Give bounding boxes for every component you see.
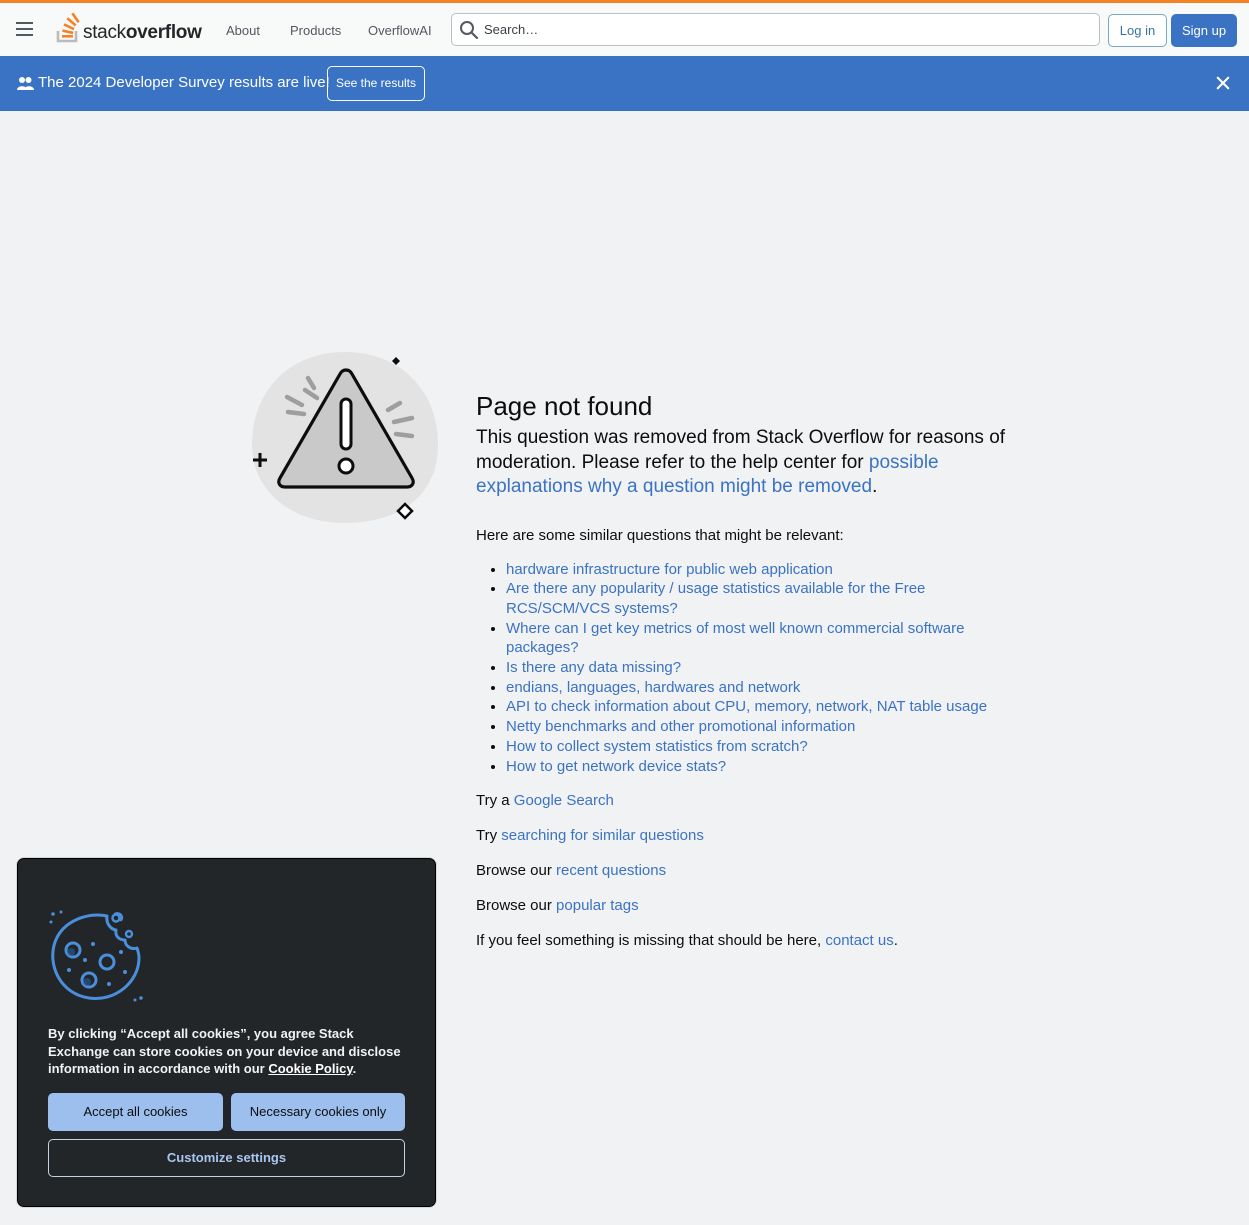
similar-question-link[interactable]: How to get network device stats? <box>506 758 726 775</box>
nav-about[interactable]: About <box>214 16 272 46</box>
similar-question-link[interactable]: Are there any popularity / usage statist… <box>506 580 925 617</box>
signup-button[interactable]: Sign up <box>1171 14 1237 47</box>
list-item: Are there any popularity / usage statist… <box>506 579 1016 618</box>
list-item: API to check information about CPU, memo… <box>506 697 1016 717</box>
necessary-cookies-button[interactable]: Necessary cookies only <box>231 1093 405 1131</box>
google-search-link[interactable]: Google Search <box>514 792 614 809</box>
similar-question-link[interactable]: endians, languages, hardwares and networ… <box>506 679 800 696</box>
cookie-message: By clicking “Accept all cookies”, you ag… <box>48 1026 401 1076</box>
similar-question-link[interactable]: API to check information about CPU, memo… <box>506 698 987 715</box>
list-item: How to collect system statistics from sc… <box>506 737 1016 757</box>
nav-overflowai[interactable]: OverflowAI <box>356 16 444 46</box>
nav-products[interactable]: Products <box>278 16 353 46</box>
popular-tags-link[interactable]: popular tags <box>556 897 639 914</box>
browse-recent-line: Browse our recent questions <box>476 862 667 880</box>
similar-question-link[interactable]: Is there any data missing? <box>506 659 681 676</box>
try-similar-line: Try searching for similar questions <box>476 827 704 845</box>
hamburger-icon[interactable] <box>16 22 33 36</box>
browse-tags-line: Browse our popular tags <box>476 897 639 915</box>
page-title: Page not found <box>476 391 653 421</box>
contact-us-link[interactable]: contact us <box>825 932 893 949</box>
survey-banner: The 2024 Developer Survey results are li… <box>0 56 1249 111</box>
top-bar: stackoverflow About Products OverflowAI … <box>0 0 1249 56</box>
similar-question-link[interactable]: How to collect system statistics from sc… <box>506 738 808 755</box>
missing-line: If you feel something is missing that sh… <box>476 932 898 950</box>
try-google-line: Try a Google Search <box>476 792 614 810</box>
banner-text: The 2024 Developer Survey results are li… <box>38 74 330 91</box>
customize-settings-button[interactable]: Customize settings <box>48 1139 405 1177</box>
logo-text: stackoverflow <box>83 22 202 43</box>
main-content: Page not found This question was removed… <box>476 390 1016 951</box>
list-item: Where can I get key metrics of most well… <box>506 619 1016 658</box>
search-input[interactable] <box>484 14 1084 45</box>
users-icon <box>17 77 34 90</box>
cookie-illustration <box>49 910 143 1002</box>
see-results-button[interactable]: See the results <box>327 66 425 101</box>
search-icon <box>460 21 479 40</box>
similar-question-link[interactable]: Netty benchmarks and other promotional i… <box>506 718 855 735</box>
similar-questions-list: hardware infrastructure for public web a… <box>476 560 1016 777</box>
accept-all-cookies-button[interactable]: Accept all cookies <box>48 1093 223 1131</box>
search-similar-link[interactable]: searching for similar questions <box>501 827 704 844</box>
list-item: Is there any data missing? <box>506 658 1016 678</box>
list-item: Netty benchmarks and other promotional i… <box>506 717 1016 737</box>
cookie-policy-link[interactable]: Cookie Policy <box>268 1061 352 1076</box>
warning-illustration <box>252 352 438 523</box>
stackoverflow-logo[interactable]: stackoverflow <box>55 12 202 44</box>
lead-paragraph: This question was removed from Stack Ove… <box>476 426 1016 500</box>
login-button[interactable]: Log in <box>1108 14 1167 47</box>
list-item: hardware infrastructure for public web a… <box>506 560 1016 580</box>
similar-question-link[interactable]: hardware infrastructure for public web a… <box>506 561 833 578</box>
search-box[interactable] <box>451 13 1100 46</box>
list-item: endians, languages, hardwares and networ… <box>506 678 1016 698</box>
similar-intro: Here are some similar questions that mig… <box>476 526 844 544</box>
lead-end: . <box>872 476 878 497</box>
list-item: How to get network device stats? <box>506 757 1016 777</box>
cookie-consent-dialog: By clicking “Accept all cookies”, you ag… <box>16 857 437 1208</box>
stackoverflow-logo-icon <box>56 12 80 43</box>
close-icon[interactable] <box>1216 76 1230 90</box>
recent-questions-link[interactable]: recent questions <box>556 862 666 879</box>
similar-question-link[interactable]: Where can I get key metrics of most well… <box>506 620 964 657</box>
